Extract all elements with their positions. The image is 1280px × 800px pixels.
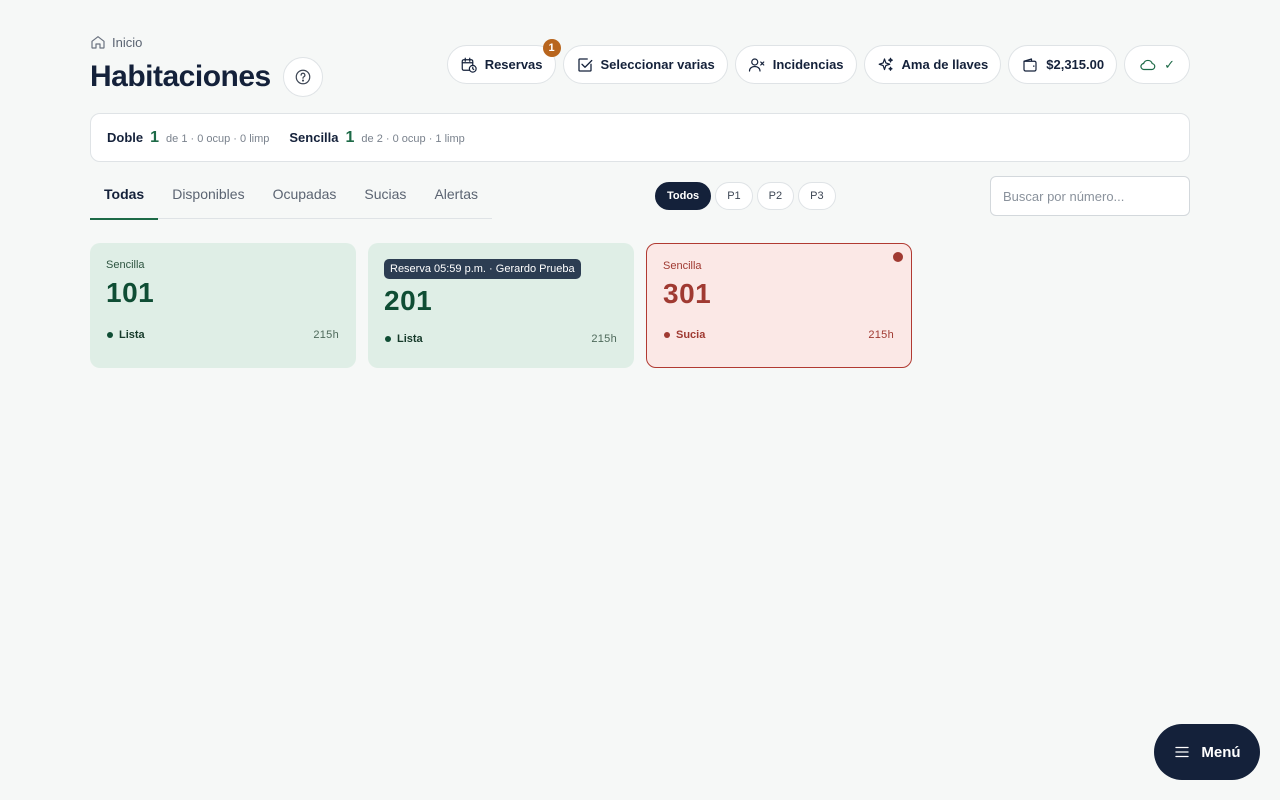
select-multiple-label: Seleccionar varias <box>600 57 715 72</box>
sync-check-icon: ✓ <box>1164 56 1175 72</box>
wallet-icon <box>1023 57 1037 72</box>
status-tabs: Todas Disponibles Ocupadas Sucias Alerta… <box>90 176 492 220</box>
tab-disponibles[interactable]: Disponibles <box>158 176 258 219</box>
title-row: Habitaciones <box>90 57 323 97</box>
room-status: Sucia <box>664 329 705 341</box>
room-footer: Lista 215h <box>385 333 617 345</box>
search-input[interactable] <box>990 176 1190 216</box>
room-hours: 215h <box>313 329 339 341</box>
room-card[interactable]: Sencilla 301 Sucia 215h <box>646 243 912 368</box>
menu-button[interactable]: Menú <box>1154 724 1260 780</box>
summary-item: Sencilla 1 de 2 · 0 ocup · 1 limp <box>289 129 464 147</box>
tab-sucias[interactable]: Sucias <box>350 176 420 219</box>
sync-status-button[interactable]: ✓ <box>1124 45 1190 84</box>
floor-chip-p3[interactable]: P3 <box>798 182 836 210</box>
room-footer: Sucia 215h <box>664 329 894 341</box>
floor-chip-p2[interactable]: P2 <box>756 182 795 210</box>
balance-label: $2,315.00 <box>1046 57 1105 72</box>
menu-label: Menú <box>1201 743 1241 761</box>
tab-alertas[interactable]: Alertas <box>420 176 492 219</box>
room-type-summary: Doble 1 de 1 · 0 ocup · 0 limp Sencilla … <box>90 113 1190 162</box>
status-dot <box>107 332 113 338</box>
breadcrumb-label: Inicio <box>112 34 143 50</box>
hamburger-icon <box>1175 746 1190 758</box>
room-status-label: Lista <box>397 333 423 345</box>
page-title: Habitaciones <box>90 60 271 93</box>
room-hours: 215h <box>868 329 894 341</box>
help-button[interactable] <box>282 57 323 97</box>
room-hours: 215h <box>591 333 617 345</box>
room-status-label: Lista <box>119 329 145 341</box>
summary-name: Sencilla <box>289 129 339 145</box>
status-dot <box>664 332 670 338</box>
room-status: Lista <box>107 329 145 341</box>
balance-button[interactable]: $2,315.00 <box>1008 45 1118 84</box>
floor-chip-todos[interactable]: Todos <box>655 182 712 210</box>
cloud-icon <box>1140 59 1156 70</box>
status-dot <box>385 336 391 342</box>
home-icon <box>91 36 105 49</box>
checkbox-icon <box>577 57 592 72</box>
incidencias-button[interactable]: Incidencias <box>734 45 857 84</box>
tab-todas[interactable]: Todas <box>90 176 159 220</box>
room-footer: Lista 215h <box>107 329 339 341</box>
alert-indicator <box>893 252 903 262</box>
room-number: 301 <box>663 278 712 309</box>
reservas-button[interactable]: Reservas 1 <box>446 39 561 84</box>
reservation-tag: Reserva 05:59 p.m. · Gerardo Prueba <box>384 259 581 279</box>
toolbar: Reservas 1 Seleccionar varias Incidencia… <box>446 39 1190 84</box>
room-card[interactable]: Reserva 05:59 p.m. · Gerardo Prueba 201 … <box>368 243 634 368</box>
summary-name: Doble <box>107 129 144 145</box>
sparkles-icon <box>878 57 893 71</box>
summary-count: 1 <box>150 128 160 146</box>
summary-count: 1 <box>345 128 355 146</box>
summary-detail: de 2 · 0 ocup · 1 limp <box>361 132 465 145</box>
room-number: 201 <box>384 285 433 316</box>
room-status-label: Sucia <box>676 329 706 341</box>
select-multiple-button[interactable]: Seleccionar varias <box>562 45 728 84</box>
tab-ocupadas[interactable]: Ocupadas <box>259 176 351 219</box>
reservas-label: Reservas <box>484 57 543 72</box>
room-type: Sencilla <box>663 260 702 272</box>
housekeeping-button[interactable]: Ama de llaves <box>863 45 1002 84</box>
room-type: Sencilla <box>106 259 145 271</box>
summary-detail: de 1 · 0 ocup · 0 limp <box>166 132 270 145</box>
breadcrumb[interactable]: Inicio <box>90 34 142 50</box>
room-status: Lista <box>385 333 423 345</box>
help-icon <box>295 69 311 85</box>
room-number: 101 <box>106 277 155 308</box>
incidencias-label: Incidencias <box>772 57 844 72</box>
user-x-icon <box>748 57 765 72</box>
room-card[interactable]: Sencilla 101 Lista 215h <box>90 243 356 368</box>
reservas-badge: 1 <box>542 39 561 57</box>
housekeeping-label: Ama de llaves <box>901 57 989 72</box>
summary-item: Doble 1 de 1 · 0 ocup · 0 limp <box>107 129 269 147</box>
floor-chip-p1[interactable]: P1 <box>715 182 753 210</box>
calendar-clock-icon <box>461 57 477 73</box>
floor-filter: Todos P1 P2 P3 <box>655 182 836 210</box>
